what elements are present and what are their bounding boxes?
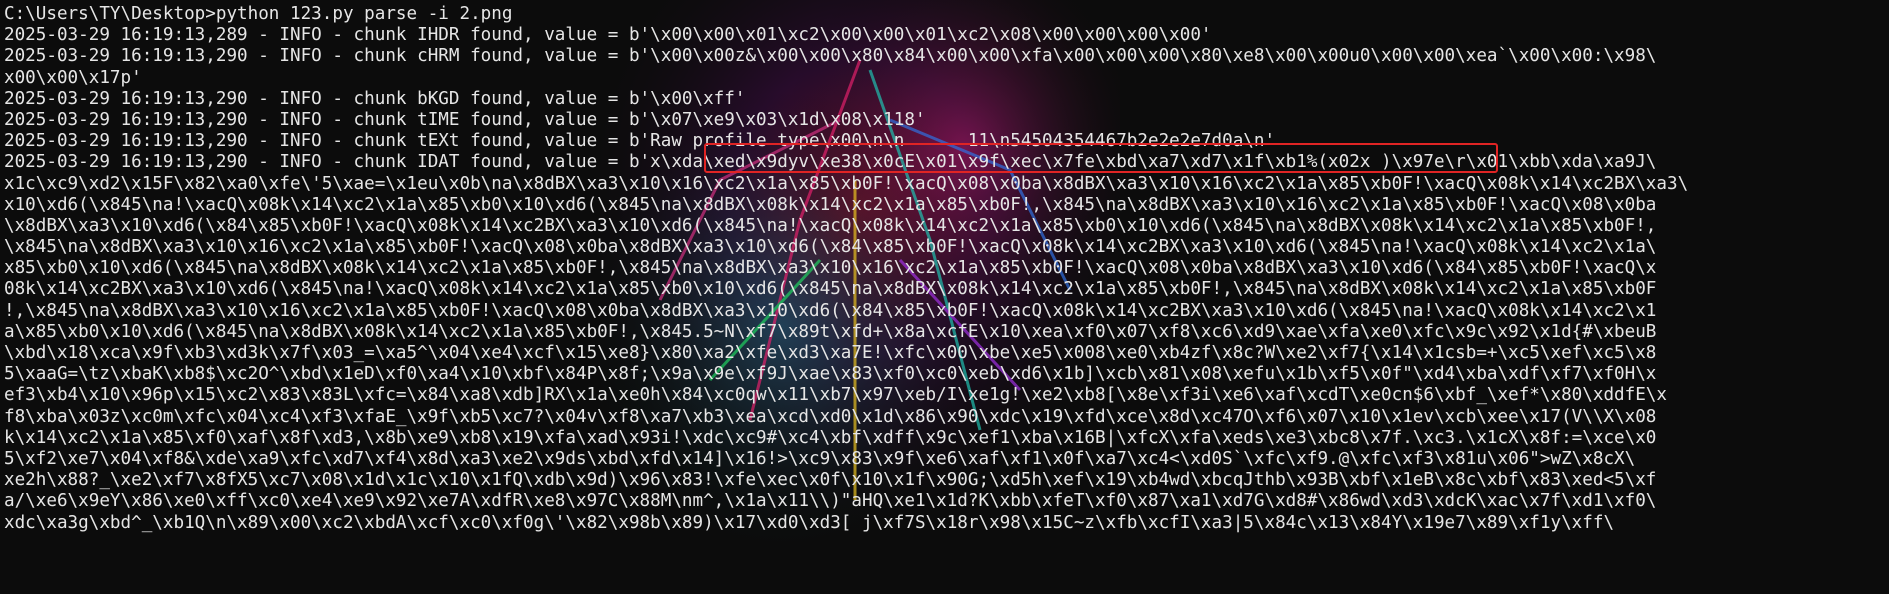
idat-data-line: x10\xd6(\x845\na!\xacQ\x08k\x14\xc2\x1a\… — [4, 194, 1657, 215]
idat-data-line — [4, 534, 1885, 555]
idat-data-line: f8\xba\x03z\xc0m\xfc\x04\xc4\xf3\xfaE_\x… — [4, 406, 1657, 427]
log-line-bkgd: 2025-03-29 16:19:13,290 - INFO - chunk b… — [4, 88, 746, 109]
idat-data-line: k\x14\xc2\x1a\x85\xf0\xaf\x8f\xd3,\x8b\x… — [4, 427, 1657, 448]
idat-data-line: xe2h\x88?_\xe2\xf7\x8fX5\xc7\x08\x1d\x1c… — [4, 470, 1657, 491]
idat-data-line: x1c\xc9\xd2\x15F\x82\xa0\xfe\'5\xae=\x1e… — [4, 173, 1689, 194]
idat-data-line: \x8dBX\xa3\x10\xd6(\x84\x85\xb0F!\xacQ\x… — [4, 215, 1657, 236]
idat-data-line: 5\xf2\xe7\x04\xf8&\xde\xa9\xfc\xd7\xf4\x… — [4, 448, 1636, 469]
idat-data-line: a\x85\xb0\x10\xd6(\x845\na\x8dBX\x08k\x1… — [4, 321, 1657, 342]
idat-data-line: a/\xe6\x9eY\x86\xe0\xff\xc0\xe4\xe9\x92\… — [4, 491, 1657, 512]
idat-data-line: \x845\na\x8dBX\xa3\x10\x16\xc2\x1a\x85\x… — [4, 237, 1657, 258]
idat-data-line: !,\x845\na\x8dBX\xa3\x10\x16\xc2\x1a\x85… — [4, 300, 1657, 321]
log-line-text: 2025-03-29 16:19:13,290 - INFO - chunk t… — [4, 131, 1276, 152]
log-line-time: 2025-03-29 16:19:13,290 - INFO - chunk t… — [4, 109, 926, 130]
idat-data-line: \xbd\x18\xca\x9f\xb3\xd3k\x7f\x03_=\xa5^… — [4, 343, 1657, 363]
log-line-chrm: 2025-03-29 16:19:13,290 - INFO - chunk c… — [4, 46, 1657, 67]
terminal-command-line: C:\Users\TY\Desktop>python 123.py parse … — [4, 4, 513, 24]
idat-data-line: x85\xb0\x10\xd6(\x845\na\x8dBX\x08k\x14\… — [4, 258, 1657, 279]
log-line-ihdr: 2025-03-29 16:19:13,289 - INFO - chunk I… — [4, 25, 1212, 46]
idat-data-line: ef3\xb4\x10\x96p\x15\xc2\x83\x83L\xfc=\x… — [4, 385, 1667, 406]
log-line-idat: 2025-03-29 16:19:13,290 - INFO - chunk I… — [4, 152, 1657, 173]
terminal-output: C:\Users\TY\Desktop>python 123.py parse … — [0, 0, 1889, 576]
idat-data-line: 5\xaaG=\tz\xbaK\xb8$\xc2O^\xbd\x1eD\xf0\… — [4, 364, 1657, 385]
idat-data-line: xdc\xa3g\xbd^_\xb1Q\n\x89\x00\xc2\xbdA\x… — [4, 512, 1615, 533]
idat-data-line — [4, 555, 1885, 576]
idat-data-line: 08k\x14\xc2BX\xa3\x10\xd6(\x845\na!\xacQ… — [4, 279, 1657, 300]
log-line-chrm-wrap: x00\x00\x17p' — [4, 67, 142, 88]
